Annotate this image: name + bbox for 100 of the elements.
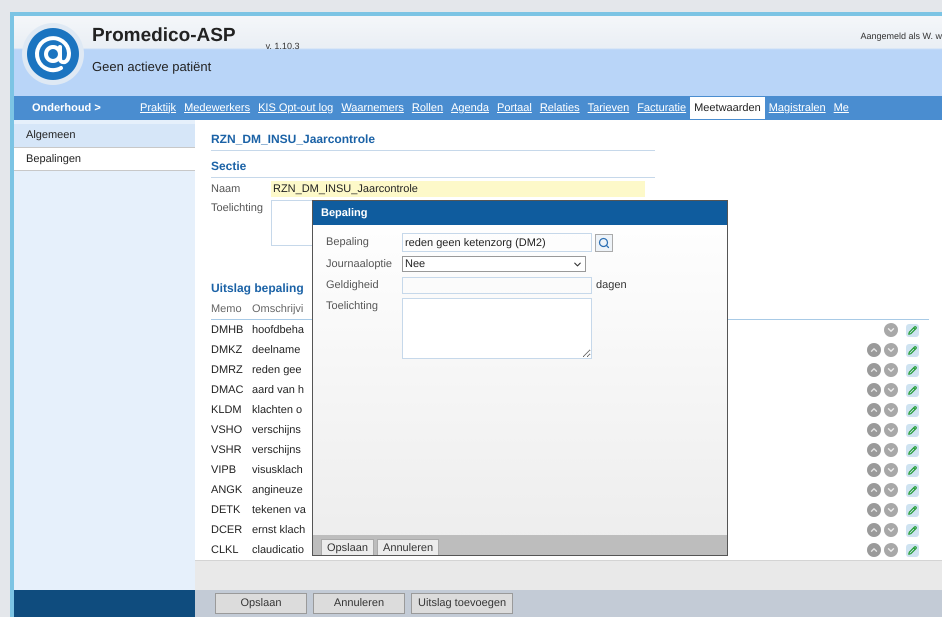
edit-button[interactable] [906,484,919,496]
nav-tab[interactable]: Magistralen [764,96,830,120]
description-cell-text: reden gee [252,362,302,378]
nav-tab[interactable]: Facturatie [633,96,690,120]
nav-tab[interactable]: Praktijk [136,96,180,120]
section-heading: Sectie [211,157,655,178]
move-up-button[interactable] [867,503,881,517]
geldigheid-field[interactable] [402,276,592,294]
memo-cell-text: DMHB [211,322,244,338]
journaal-select[interactable]: Nee [402,256,586,272]
pencil-icon [908,506,917,514]
memo-cell-text: DCER [211,522,244,538]
move-down-button[interactable] [884,463,898,477]
bepaling-field[interactable]: reden geen ketenzorg (DM2) [402,233,592,252]
field-label: Toelichting [326,298,379,314]
move-up-button[interactable] [867,363,881,377]
nav-tab[interactable]: Waarnemers [337,96,408,120]
field-label: Naam [211,182,242,197]
edit-button[interactable] [906,444,919,456]
memo-cell-text: VIPB [211,462,238,478]
memo-cell-text: ANGK [211,482,244,498]
nav-tab[interactable]: Relaties [536,96,584,120]
nav-tab[interactable]: Tarieven [584,96,634,120]
move-up-button[interactable] [867,523,881,537]
move-up-button[interactable] [867,543,881,557]
move-up-button[interactable] [867,463,881,477]
nav-tab[interactable]: Agenda [447,96,493,120]
move-down-button[interactable] [884,543,898,557]
footer-button[interactable]: Annuleren [313,593,405,614]
dialog-note-field[interactable] [402,298,592,358]
field-label: Journaaloptie [326,257,394,272]
pencil-icon [908,406,917,414]
pencil-icon [908,366,917,374]
dialog-button[interactable]: Annuleren [376,539,440,555]
edit-button[interactable] [906,344,919,356]
description-cell-text: verschijns [252,422,301,438]
description-cell-text: visusklach [252,462,303,478]
edit-button[interactable] [906,544,919,556]
pencil-icon [908,546,917,554]
move-up-button[interactable] [867,343,881,357]
memo-cell-text: VSHR [211,442,243,458]
move-up-button[interactable] [867,383,881,397]
footer-button[interactable]: Opslaan [215,593,307,614]
dialog-button[interactable]: Opslaan [321,539,374,555]
column-heading: Omschrijvi [252,302,304,316]
memo-cell-text: DETK [211,502,242,518]
field-label: Geldigheid [326,278,380,293]
column-heading: Memo [211,302,243,316]
nav-tab[interactable]: Me [830,96,853,120]
memo-cell-text: KLDM [211,402,243,418]
edit-button[interactable] [906,424,919,436]
move-down-button[interactable] [884,483,898,497]
move-up-button[interactable] [867,403,881,417]
sidebar-item[interactable]: Bepalingen [14,148,195,171]
edit-button[interactable] [906,404,919,416]
edit-button[interactable] [906,464,919,476]
sidebar-item[interactable]: Algemeen [14,124,195,148]
unit-label: dagen [596,278,627,293]
pencil-icon [908,346,917,354]
edit-button[interactable] [906,364,919,376]
version-label: v. 1.10.3 [266,40,300,53]
field-label: Bepaling [326,235,370,250]
move-up-button[interactable] [867,483,881,497]
edit-button[interactable] [906,524,919,536]
edit-button[interactable] [906,504,919,516]
pencil-icon [908,426,917,434]
move-down-button[interactable] [884,403,898,417]
move-up-button[interactable] [867,423,881,437]
nav-tab[interactable]: KIS Opt-out log [254,96,338,120]
nav-tab[interactable]: Meetwaarden [690,96,765,120]
nav-tab[interactable]: Portaal [493,96,536,120]
pencil-icon [908,486,917,494]
move-down-button[interactable] [884,323,898,337]
record-title: RZN_DM_INSU_Jaarcontrole [211,130,655,151]
name-field[interactable]: RZN_DM_INSU_Jaarcontrole [271,181,645,198]
move-down-button[interactable] [884,443,898,457]
edit-button[interactable] [906,324,919,336]
field-label: Toelichting [211,200,264,216]
search-icon [598,236,610,248]
description-cell-text: ernst klach [252,522,306,538]
pencil-icon [908,446,917,454]
move-down-button[interactable] [884,503,898,517]
nav-tab[interactable]: Medewerkers [180,96,254,120]
move-down-button[interactable] [884,383,898,397]
move-down-button[interactable] [884,343,898,357]
move-down-button[interactable] [884,523,898,537]
pencil-icon [908,466,917,474]
footer-button[interactable]: Uitslag toevoegen [411,593,514,614]
memo-cell-text: DMAC [211,382,244,398]
move-down-button[interactable] [884,423,898,437]
nav-tab[interactable]: Rollen [408,96,448,120]
description-cell-text: hoofdbeha [252,322,304,338]
move-down-button[interactable] [884,363,898,377]
edit-button[interactable] [906,384,919,396]
description-cell-text: klachten o [252,402,302,418]
at-sign-logo-icon [21,22,85,86]
description-cell-text: tekenen va [252,502,306,518]
search-button[interactable] [595,234,613,252]
move-up-button[interactable] [867,443,881,457]
logged-in-user: Aangemeld als W. w [860,30,942,43]
